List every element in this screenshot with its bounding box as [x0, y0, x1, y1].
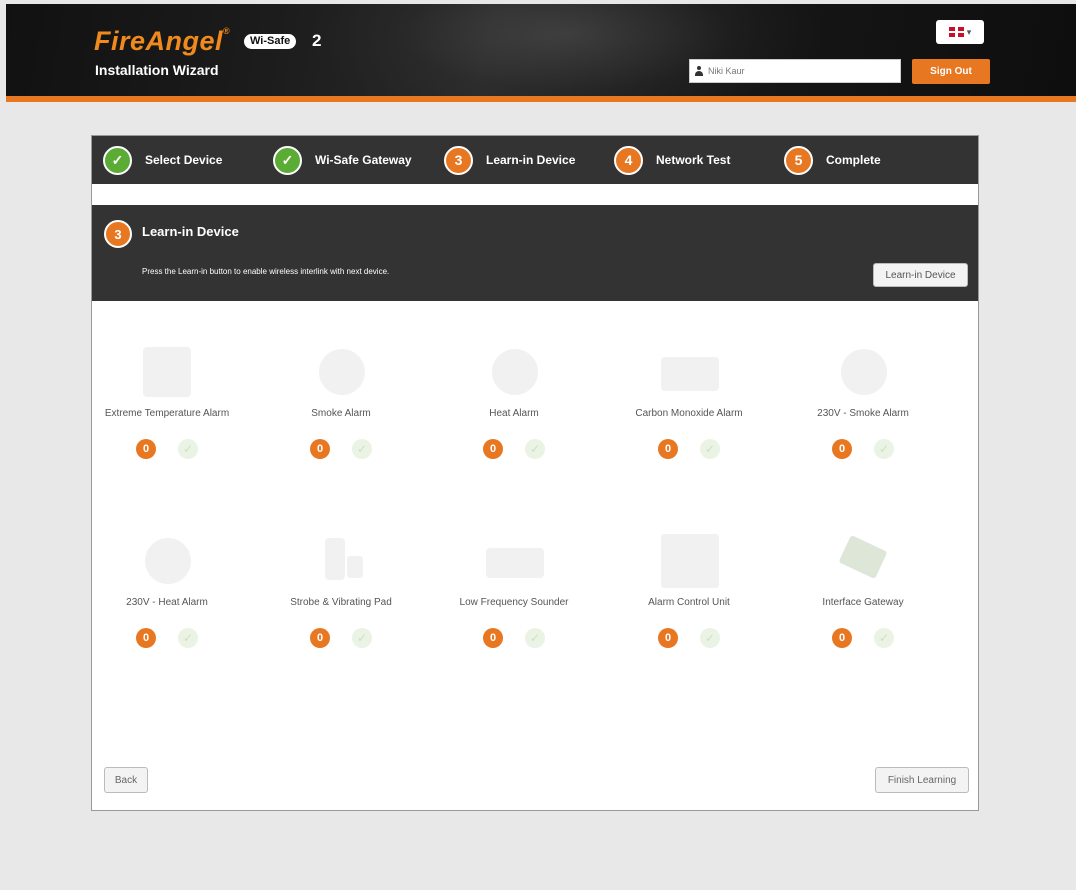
- step-label: Learn-in Device: [486, 153, 576, 167]
- step-complete[interactable]: 5 Complete: [784, 145, 881, 175]
- back-button[interactable]: Back: [104, 767, 148, 793]
- device-tile[interactable]: Alarm Control Unit 0 ✓: [614, 532, 764, 648]
- control-unit-icon: [657, 532, 721, 590]
- check-icon: ✓: [874, 628, 894, 648]
- check-icon: ✓: [700, 439, 720, 459]
- app-title: Installation Wizard: [95, 62, 219, 78]
- check-icon: ✓: [178, 628, 198, 648]
- device-name: Alarm Control Unit: [648, 597, 730, 608]
- device-count-badge: 0: [310, 439, 330, 459]
- header-bar: FireAngel® Wi-Safe 2 Installation Wizard…: [6, 4, 1076, 96]
- check-icon: ✓: [525, 439, 545, 459]
- header-accent-line: [6, 96, 1076, 102]
- device-count-badge: 0: [310, 628, 330, 648]
- check-icon: ✓: [352, 628, 372, 648]
- step-check-icon: ✓: [103, 145, 132, 175]
- device-tile[interactable]: 230V - Heat Alarm 0 ✓: [92, 532, 242, 648]
- step-number: 5: [784, 145, 813, 175]
- check-icon: ✓: [525, 628, 545, 648]
- device-name: 230V - Heat Alarm: [126, 597, 208, 608]
- device-tile[interactable]: 230V - Smoke Alarm 0 ✓: [788, 343, 938, 459]
- step-network-test[interactable]: 4 Network Test: [614, 145, 731, 175]
- device-name: Heat Alarm: [489, 408, 539, 419]
- device-tile[interactable]: Carbon Monoxide Alarm 0 ✓: [614, 343, 764, 459]
- device-name: Strobe & Vibrating Pad: [290, 597, 392, 608]
- check-icon: ✓: [178, 439, 198, 459]
- step-label: Select Device: [145, 153, 223, 167]
- device-name: Smoke Alarm: [311, 408, 371, 419]
- smoke-alarm-icon: [309, 343, 373, 401]
- panel-description: Press the Learn-in button to enable wire…: [142, 267, 390, 276]
- step-label: Wi-Safe Gateway: [315, 153, 412, 167]
- device-tile[interactable]: Smoke Alarm 0 ✓: [266, 343, 416, 459]
- strobe-pad-icon: [309, 532, 373, 590]
- mains-heat-alarm-icon: [135, 532, 199, 590]
- brand-logo: FireAngel®: [94, 26, 231, 56]
- username-value: Niki Kaur: [708, 66, 745, 76]
- device-tile[interactable]: Interface Gateway 0 ✓: [788, 532, 938, 648]
- learn-in-panel: 3 Learn-in Device Press the Learn-in but…: [92, 205, 978, 301]
- device-count-badge: 0: [658, 439, 678, 459]
- step-number: 3: [444, 145, 473, 175]
- chevron-down-icon: ▾: [966, 26, 972, 37]
- device-count-badge: 0: [483, 439, 503, 459]
- device-name: Extreme Temperature Alarm: [104, 408, 230, 419]
- check-icon: ✓: [874, 439, 894, 459]
- device-count-badge: 0: [658, 628, 678, 648]
- panel-step-number: 3: [104, 220, 132, 248]
- step-label: Complete: [826, 153, 881, 167]
- co-alarm-icon: [657, 343, 721, 401]
- step-select-device[interactable]: ✓ Select Device: [103, 145, 223, 175]
- wizard-card: ✓ Select Device ✓ Wi-Safe Gateway 3 Lear…: [91, 135, 979, 811]
- step-number: 4: [614, 145, 643, 175]
- product-version: 2: [312, 31, 322, 50]
- check-icon: ✓: [700, 628, 720, 648]
- check-icon: ✓: [352, 439, 372, 459]
- device-count-badge: 0: [832, 439, 852, 459]
- device-tile[interactable]: Low Frequency Sounder 0 ✓: [439, 532, 589, 648]
- device-name: 230V - Smoke Alarm: [817, 408, 909, 419]
- learn-in-device-button[interactable]: Learn-in Device: [873, 263, 968, 287]
- device-tile[interactable]: Strobe & Vibrating Pad 0 ✓: [266, 532, 416, 648]
- mains-smoke-alarm-icon: [831, 343, 895, 401]
- device-tile[interactable]: Extreme Temperature Alarm 0 ✓: [92, 343, 242, 459]
- step-wisafe-gateway[interactable]: ✓ Wi-Safe Gateway: [273, 145, 412, 175]
- product-badge: Wi-Safe: [244, 34, 297, 49]
- panel-title: Learn-in Device: [142, 224, 239, 239]
- device-name: Low Frequency Sounder: [459, 597, 569, 608]
- device-count-badge: 0: [136, 628, 156, 648]
- step-check-icon: ✓: [273, 145, 302, 175]
- step-learn-in-device[interactable]: 3 Learn-in Device: [444, 145, 576, 175]
- username-field[interactable]: Niki Kaur: [689, 59, 901, 83]
- uk-flag-icon: [948, 27, 964, 37]
- device-name: Interface Gateway: [822, 597, 904, 608]
- device-count-badge: 0: [832, 628, 852, 648]
- device-count-badge: 0: [136, 439, 156, 459]
- user-icon: [694, 65, 704, 77]
- heat-alarm-icon: [482, 343, 546, 401]
- sounder-icon: [482, 532, 546, 590]
- device-name: Carbon Monoxide Alarm: [635, 408, 743, 419]
- device-tile[interactable]: Heat Alarm 0 ✓: [439, 343, 589, 459]
- language-select[interactable]: ▾: [936, 20, 984, 44]
- step-label: Network Test: [656, 153, 731, 167]
- sign-out-button[interactable]: Sign Out: [912, 59, 990, 84]
- wizard-steps: ✓ Select Device ✓ Wi-Safe Gateway 3 Lear…: [92, 136, 978, 184]
- finish-learning-button[interactable]: Finish Learning: [875, 767, 969, 793]
- device-count-badge: 0: [483, 628, 503, 648]
- gateway-icon: [831, 532, 895, 590]
- heat-sensor-icon: [135, 343, 199, 401]
